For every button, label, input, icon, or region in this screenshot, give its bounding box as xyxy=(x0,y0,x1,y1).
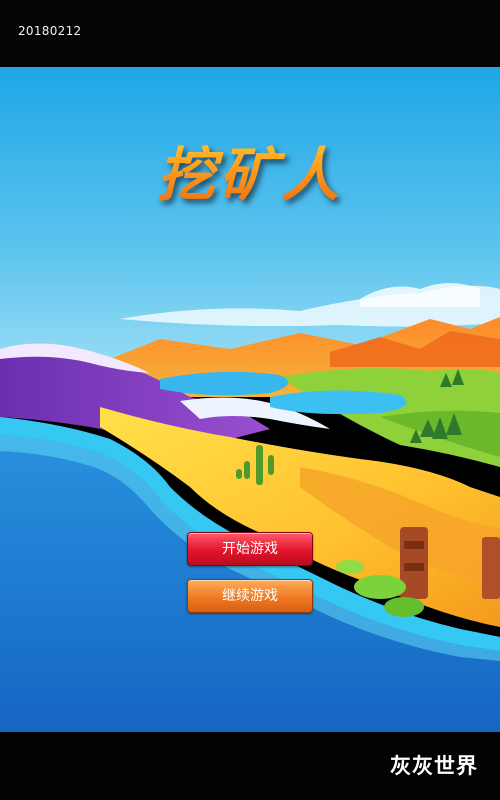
game-title: 挖矿人 xyxy=(0,128,500,212)
brand-label: 灰灰世界 xyxy=(390,753,478,778)
game-screen: 20180212 挖矿人 开始游戏 继续游戏 灰灰世界 xyxy=(0,0,500,800)
build-id-label: 20180212 xyxy=(18,24,82,38)
top-bar: 20180212 xyxy=(0,0,500,67)
start-game-button[interactable]: 开始游戏 xyxy=(187,532,313,566)
continue-game-button[interactable]: 继续游戏 xyxy=(187,579,313,613)
